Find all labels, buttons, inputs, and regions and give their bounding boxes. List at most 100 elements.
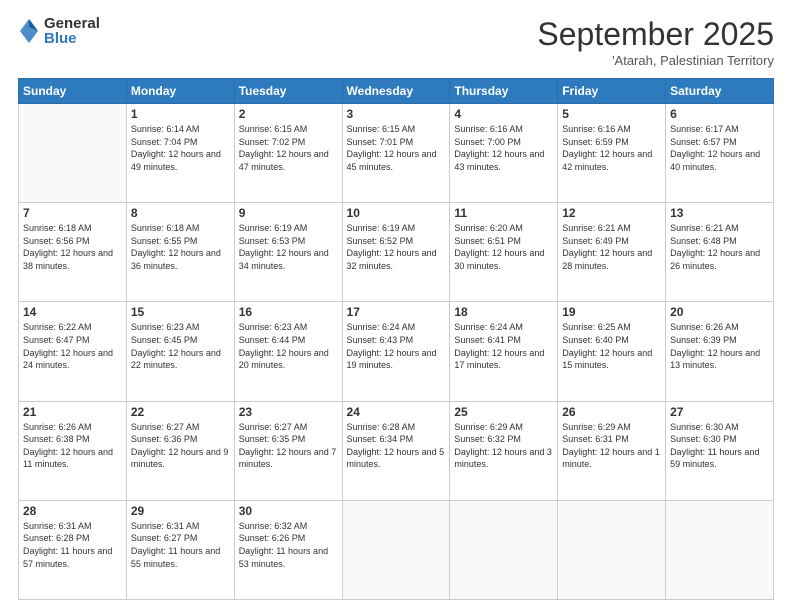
day-info: Sunrise: 6:14 AMSunset: 7:04 PMDaylight:… bbox=[131, 123, 230, 173]
calendar-table: SundayMondayTuesdayWednesdayThursdayFrid… bbox=[18, 78, 774, 600]
calendar-cell: 17 Sunrise: 6:24 AMSunset: 6:43 PMDayligh… bbox=[342, 302, 450, 401]
day-info: Sunrise: 6:19 AMSunset: 6:52 PMDaylight:… bbox=[347, 222, 446, 272]
calendar-header-tuesday: Tuesday bbox=[234, 79, 342, 104]
day-number: 26 bbox=[562, 405, 661, 419]
day-number: 18 bbox=[454, 305, 553, 319]
day-number: 3 bbox=[347, 107, 446, 121]
calendar-cell: 5 Sunrise: 6:16 AMSunset: 6:59 PMDaylight… bbox=[558, 104, 666, 203]
day-number: 21 bbox=[23, 405, 122, 419]
day-number: 7 bbox=[23, 206, 122, 220]
day-number: 5 bbox=[562, 107, 661, 121]
day-info: Sunrise: 6:21 AMSunset: 6:48 PMDaylight:… bbox=[670, 222, 769, 272]
day-number: 2 bbox=[239, 107, 338, 121]
calendar-cell bbox=[450, 500, 558, 599]
day-info: Sunrise: 6:15 AMSunset: 7:02 PMDaylight:… bbox=[239, 123, 338, 173]
title-section: September 2025 'Atarah, Palestinian Terr… bbox=[537, 16, 774, 68]
day-number: 1 bbox=[131, 107, 230, 121]
day-info: Sunrise: 6:22 AMSunset: 6:47 PMDaylight:… bbox=[23, 321, 122, 371]
calendar-cell bbox=[666, 500, 774, 599]
calendar-week-row: 21Sunrise: 6:26 AMSunset: 6:38 PMDayligh… bbox=[19, 401, 774, 500]
calendar-header-thursday: Thursday bbox=[450, 79, 558, 104]
day-info: Sunrise: 6:16 AMSunset: 7:00 PMDaylight:… bbox=[454, 123, 553, 173]
calendar-cell: 26 Sunrise: 6:29 AMSunset: 6:31 PMDayligh… bbox=[558, 401, 666, 500]
day-info: Sunrise: 6:17 AMSunset: 6:57 PMDaylight:… bbox=[670, 123, 769, 173]
calendar-cell: 21Sunrise: 6:26 AMSunset: 6:38 PMDayligh… bbox=[19, 401, 127, 500]
day-info: Sunrise: 6:21 AMSunset: 6:49 PMDaylight:… bbox=[562, 222, 661, 272]
day-number: 10 bbox=[347, 206, 446, 220]
calendar-cell: 7Sunrise: 6:18 AMSunset: 6:56 PMDaylight… bbox=[19, 203, 127, 302]
calendar-cell bbox=[19, 104, 127, 203]
day-number: 8 bbox=[131, 206, 230, 220]
calendar-header-row: SundayMondayTuesdayWednesdayThursdayFrid… bbox=[19, 79, 774, 104]
calendar-cell bbox=[342, 500, 450, 599]
day-info: Sunrise: 6:18 AMSunset: 6:55 PMDaylight:… bbox=[131, 222, 230, 272]
calendar-cell: 11 Sunrise: 6:20 AMSunset: 6:51 PMDayligh… bbox=[450, 203, 558, 302]
calendar-cell: 28Sunrise: 6:31 AMSunset: 6:28 PMDayligh… bbox=[19, 500, 127, 599]
calendar-cell: 6 Sunrise: 6:17 AMSunset: 6:57 PMDaylight… bbox=[666, 104, 774, 203]
day-number: 24 bbox=[347, 405, 446, 419]
calendar-cell: 2 Sunrise: 6:15 AMSunset: 7:02 PMDaylight… bbox=[234, 104, 342, 203]
day-number: 23 bbox=[239, 405, 338, 419]
day-number: 20 bbox=[670, 305, 769, 319]
logo: General Blue bbox=[18, 16, 100, 46]
day-info: Sunrise: 6:27 AMSunset: 6:35 PMDaylight:… bbox=[239, 421, 338, 471]
day-number: 22 bbox=[131, 405, 230, 419]
logo-blue-text: Blue bbox=[44, 31, 100, 46]
calendar-cell: 12 Sunrise: 6:21 AMSunset: 6:49 PMDayligh… bbox=[558, 203, 666, 302]
day-info: Sunrise: 6:23 AMSunset: 6:45 PMDaylight:… bbox=[131, 321, 230, 371]
calendar-header-friday: Friday bbox=[558, 79, 666, 104]
day-number: 13 bbox=[670, 206, 769, 220]
day-number: 30 bbox=[239, 504, 338, 518]
logo-text: General Blue bbox=[44, 16, 100, 46]
day-info: Sunrise: 6:31 AMSunset: 6:27 PMDaylight:… bbox=[131, 520, 230, 570]
day-info: Sunrise: 6:26 AMSunset: 6:39 PMDaylight:… bbox=[670, 321, 769, 371]
day-info: Sunrise: 6:28 AMSunset: 6:34 PMDaylight:… bbox=[347, 421, 446, 471]
calendar-header-sunday: Sunday bbox=[19, 79, 127, 104]
header: General Blue September 2025 'Atarah, Pal… bbox=[18, 16, 774, 68]
calendar-cell: 24 Sunrise: 6:28 AMSunset: 6:34 PMDayligh… bbox=[342, 401, 450, 500]
day-number: 15 bbox=[131, 305, 230, 319]
page: General Blue September 2025 'Atarah, Pal… bbox=[0, 0, 792, 612]
calendar-cell: 29 Sunrise: 6:31 AMSunset: 6:27 PMDayligh… bbox=[126, 500, 234, 599]
calendar-cell: 22Sunrise: 6:27 AMSunset: 6:36 PMDayligh… bbox=[126, 401, 234, 500]
day-info: Sunrise: 6:20 AMSunset: 6:51 PMDaylight:… bbox=[454, 222, 553, 272]
day-number: 11 bbox=[454, 206, 553, 220]
day-info: Sunrise: 6:30 AMSunset: 6:30 PMDaylight:… bbox=[670, 421, 769, 471]
day-number: 28 bbox=[23, 504, 122, 518]
day-number: 6 bbox=[670, 107, 769, 121]
calendar-header-wednesday: Wednesday bbox=[342, 79, 450, 104]
day-number: 12 bbox=[562, 206, 661, 220]
day-info: Sunrise: 6:23 AMSunset: 6:44 PMDaylight:… bbox=[239, 321, 338, 371]
day-number: 19 bbox=[562, 305, 661, 319]
day-info: Sunrise: 6:25 AMSunset: 6:40 PMDaylight:… bbox=[562, 321, 661, 371]
calendar-cell: 25 Sunrise: 6:29 AMSunset: 6:32 PMDayligh… bbox=[450, 401, 558, 500]
logo-icon bbox=[18, 17, 40, 45]
calendar-cell: 23 Sunrise: 6:27 AMSunset: 6:35 PMDayligh… bbox=[234, 401, 342, 500]
day-number: 29 bbox=[131, 504, 230, 518]
day-info: Sunrise: 6:29 AMSunset: 6:32 PMDaylight:… bbox=[454, 421, 553, 471]
calendar-cell: 15 Sunrise: 6:23 AMSunset: 6:45 PMDayligh… bbox=[126, 302, 234, 401]
day-number: 17 bbox=[347, 305, 446, 319]
calendar-cell: 19 Sunrise: 6:25 AMSunset: 6:40 PMDayligh… bbox=[558, 302, 666, 401]
calendar-cell: 4Sunrise: 6:16 AMSunset: 7:00 PMDaylight… bbox=[450, 104, 558, 203]
day-info: Sunrise: 6:29 AMSunset: 6:31 PMDaylight:… bbox=[562, 421, 661, 471]
day-info: Sunrise: 6:24 AMSunset: 6:43 PMDaylight:… bbox=[347, 321, 446, 371]
day-info: Sunrise: 6:16 AMSunset: 6:59 PMDaylight:… bbox=[562, 123, 661, 173]
calendar-week-row: 28Sunrise: 6:31 AMSunset: 6:28 PMDayligh… bbox=[19, 500, 774, 599]
day-number: 16 bbox=[239, 305, 338, 319]
calendar-cell bbox=[558, 500, 666, 599]
day-number: 25 bbox=[454, 405, 553, 419]
day-number: 14 bbox=[23, 305, 122, 319]
day-number: 27 bbox=[670, 405, 769, 419]
calendar-cell: 3Sunrise: 6:15 AMSunset: 7:01 PMDaylight… bbox=[342, 104, 450, 203]
logo-general-text: General bbox=[44, 16, 100, 31]
calendar-cell: 16 Sunrise: 6:23 AMSunset: 6:44 PMDayligh… bbox=[234, 302, 342, 401]
calendar-cell: 1 Sunrise: 6:14 AMSunset: 7:04 PMDaylight… bbox=[126, 104, 234, 203]
day-info: Sunrise: 6:24 AMSunset: 6:41 PMDaylight:… bbox=[454, 321, 553, 371]
calendar-cell: 20 Sunrise: 6:26 AMSunset: 6:39 PMDayligh… bbox=[666, 302, 774, 401]
calendar-week-row: 14 Sunrise: 6:22 AMSunset: 6:47 PMDayligh… bbox=[19, 302, 774, 401]
calendar-cell: 9Sunrise: 6:19 AMSunset: 6:53 PMDaylight… bbox=[234, 203, 342, 302]
calendar-cell: 13 Sunrise: 6:21 AMSunset: 6:48 PMDayligh… bbox=[666, 203, 774, 302]
day-info: Sunrise: 6:19 AMSunset: 6:53 PMDaylight:… bbox=[239, 222, 338, 272]
calendar-week-row: 1 Sunrise: 6:14 AMSunset: 7:04 PMDaylight… bbox=[19, 104, 774, 203]
